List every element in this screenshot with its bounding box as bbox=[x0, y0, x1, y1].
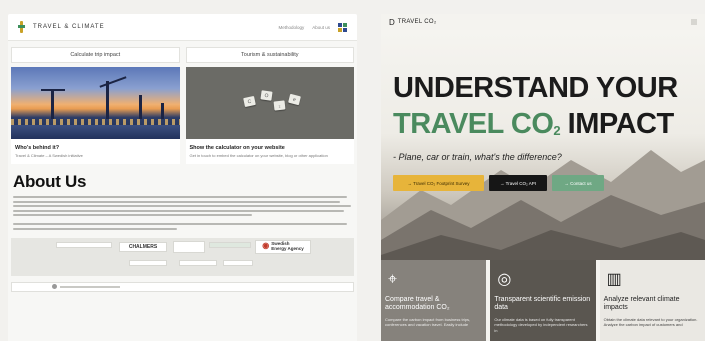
header-nav: Methodology About us bbox=[278, 22, 347, 32]
feature-description: Our climate data is based on fully trans… bbox=[494, 316, 588, 333]
footer-strip bbox=[11, 281, 354, 292]
partners-strip: CHALMERS ◉ Swedish Energy Agency bbox=[11, 237, 354, 276]
energy-agency-mark-icon: ◉ bbox=[262, 241, 270, 251]
nav-about[interactable]: About us bbox=[312, 25, 330, 30]
feature-title: Compare travel & accommodation CO₂ bbox=[385, 296, 450, 312]
card-subtitle: Get in touch to embed the calculator on … bbox=[189, 153, 328, 158]
site-brand[interactable]: TRAVEL CO₂ bbox=[398, 19, 437, 25]
hero-section: UNDERSTAND YOUR TRAVEL CO2 IMPACT - Plan… bbox=[381, 30, 705, 260]
info-cards: Who's behind it? Travel & Climate – A Sw… bbox=[8, 67, 357, 165]
tagline: - Plane, car or train, what's the differ… bbox=[393, 152, 562, 162]
travel-climate-page: TRAVEL & CLIMATE Methodology About us Ca… bbox=[8, 14, 357, 341]
hero-buttons: → Travel CO₂ Footprint Survey → Travel C… bbox=[393, 175, 604, 191]
partner-swedish-energy-agency[interactable]: ◉ Swedish Energy Agency bbox=[255, 239, 311, 254]
menu-icon[interactable] bbox=[691, 19, 697, 25]
feature-transparent-data[interactable]: ◎ Transparent scientific emission data O… bbox=[490, 260, 596, 341]
about-paragraph bbox=[13, 196, 354, 217]
site-header: TRAVEL & CLIMATE Methodology About us bbox=[8, 14, 357, 41]
card-title: Show the calculator on your website bbox=[189, 145, 285, 151]
tab-calculate[interactable]: Calculate trip impact bbox=[11, 47, 180, 63]
site-brand[interactable]: TRAVEL & CLIMATE bbox=[33, 24, 105, 30]
about-paragraph-2 bbox=[13, 223, 354, 230]
site-header: D TRAVEL CO₂ bbox=[381, 14, 705, 30]
feature-description: Compare the carbon impact from business … bbox=[385, 316, 471, 328]
partner-logo[interactable] bbox=[179, 259, 217, 266]
feature-analyze[interactable]: ▥ Analyze relevant climate impacts Obtai… bbox=[599, 260, 705, 341]
tab-tourism[interactable]: Tourism & sustainability bbox=[185, 47, 354, 63]
partner-logo[interactable] bbox=[173, 240, 205, 253]
travel-co2-page: UNDERSTAND YOUR TRAVEL CO2 IMPACT - Plan… bbox=[381, 14, 705, 341]
about-section: About Us bbox=[8, 164, 357, 230]
co2-api-button[interactable]: → Travel CO₂ API bbox=[489, 175, 547, 191]
nav-methodology[interactable]: Methodology bbox=[278, 25, 304, 30]
feature-cards: ⌖ Compare travel & accommodation CO₂ Com… bbox=[381, 260, 705, 341]
travel-climate-logo-icon[interactable] bbox=[18, 21, 25, 33]
partner-logo[interactable] bbox=[223, 259, 253, 266]
feature-title: Transparent scientific emission data bbox=[494, 296, 591, 312]
card-embed-calculator[interactable]: C O ₂ e Show the calculator on your webs… bbox=[185, 67, 354, 165]
main-tabs: Calculate trip impact Tourism & sustaina… bbox=[8, 41, 357, 67]
bar-chart-icon: ▥ bbox=[606, 271, 622, 288]
feature-description: Obtain the climate data relevant to your… bbox=[603, 316, 698, 328]
partner-logo[interactable] bbox=[129, 259, 167, 266]
card-subtitle: Travel & Climate – A Swedish initiative bbox=[15, 153, 83, 158]
card-title: Who's behind it? bbox=[15, 145, 60, 151]
language-grid-icon[interactable] bbox=[338, 22, 347, 32]
feature-title: Analyze relevant climate impacts bbox=[603, 296, 680, 312]
contact-us-button[interactable]: → Contact us bbox=[552, 175, 604, 191]
feature-compare[interactable]: ⌖ Compare travel & accommodation CO₂ Com… bbox=[381, 260, 487, 341]
footprint-survey-button[interactable]: → Travel CO₂ Footprint Survey bbox=[393, 175, 484, 191]
partner-chalmers[interactable]: CHALMERS bbox=[119, 241, 167, 252]
partner-logo[interactable] bbox=[209, 241, 251, 248]
harbor-photo bbox=[11, 67, 180, 139]
partner-logo[interactable] bbox=[56, 241, 112, 248]
map-pin-icon: ⌖ bbox=[388, 271, 398, 288]
about-heading: About Us bbox=[13, 172, 87, 192]
target-icon: ◎ bbox=[497, 271, 512, 288]
card-whos-behind[interactable]: Who's behind it? Travel & Climate – A Sw… bbox=[11, 67, 180, 165]
travel-co2-logo-icon[interactable]: D bbox=[389, 18, 395, 27]
headline-line-1: UNDERSTAND YOUR bbox=[393, 72, 678, 104]
screenshot-stage: TRAVEL & CLIMATE Methodology About us Ca… bbox=[0, 0, 705, 341]
headline-line-2: TRAVEL CO2 IMPACT bbox=[393, 108, 674, 140]
co2e-tiles-photo: C O ₂ e bbox=[185, 67, 354, 139]
